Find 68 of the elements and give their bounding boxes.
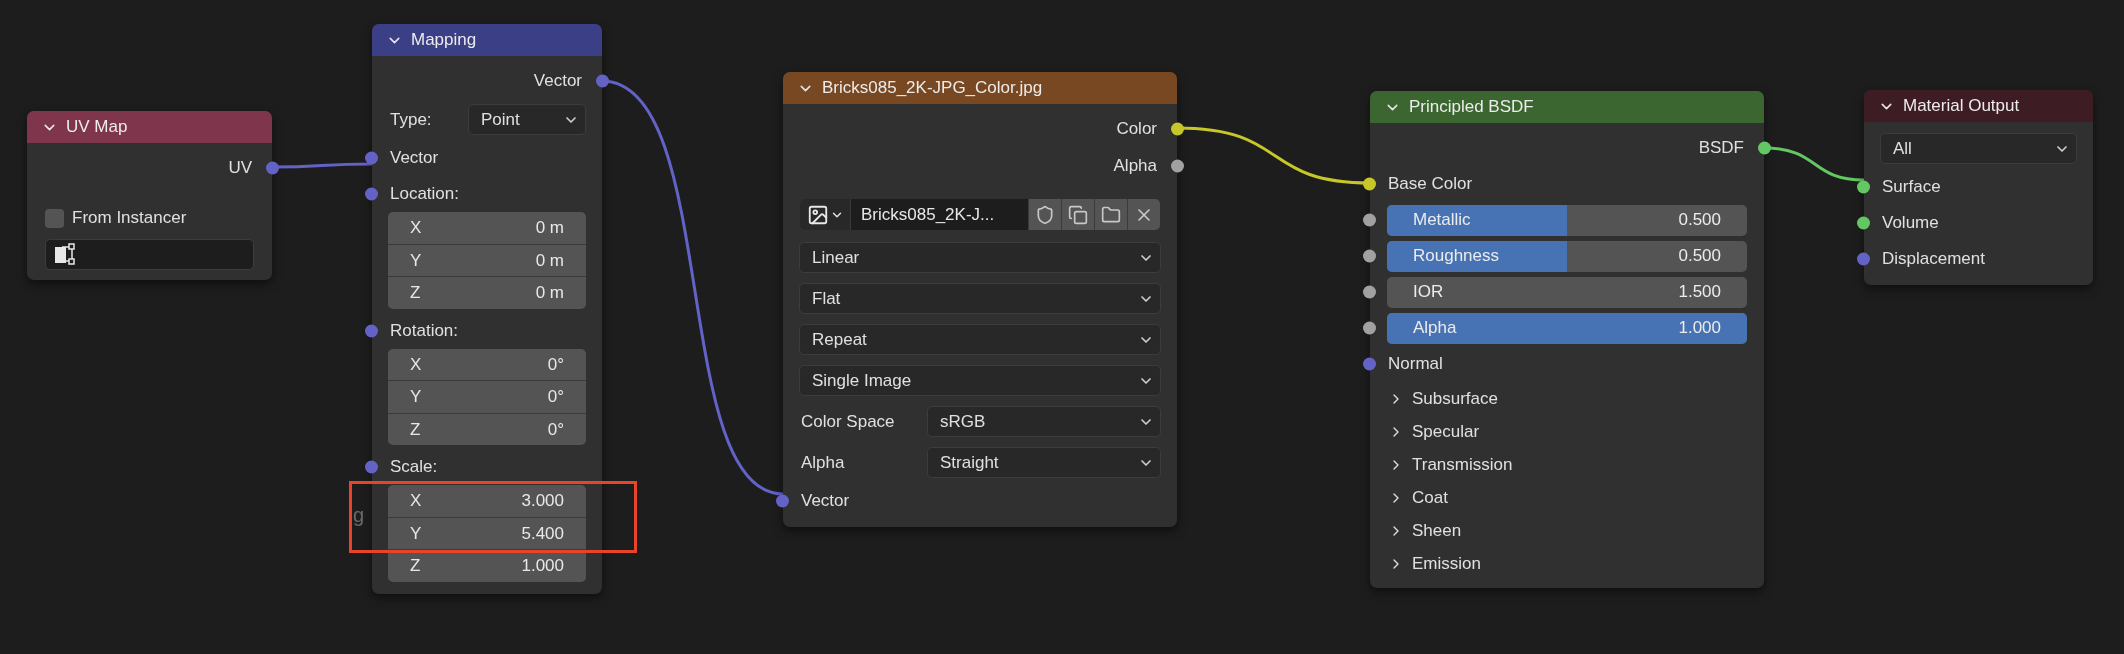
panel-header[interactable]: Sheen — [1370, 514, 1764, 547]
socket-label: Location: — [390, 183, 459, 206]
number-field[interactable]: Z 0° — [388, 413, 586, 445]
folder-icon — [1101, 204, 1121, 225]
socket-label: Base Color — [1388, 173, 1473, 196]
image-type-button[interactable] — [800, 199, 850, 230]
slider-field[interactable]: Roughness 0.500 — [1387, 240, 1747, 272]
socket-label: Vector — [801, 490, 850, 513]
shield-icon — [1035, 204, 1055, 225]
uv-icon — [52, 242, 76, 266]
socket-label: Rotation: — [390, 319, 459, 342]
node-header[interactable]: UV Map — [27, 111, 272, 143]
socket-label: Normal — [1388, 353, 1443, 376]
fake-user-button[interactable] — [1029, 199, 1061, 230]
number-field[interactable]: X 0 m — [388, 212, 586, 244]
dropdown[interactable]: sRGB — [927, 406, 1161, 437]
node-title: Mapping — [411, 29, 477, 52]
number-field[interactable]: Z 0 m — [388, 277, 586, 309]
dropdown[interactable]: Straight — [927, 447, 1161, 478]
socket-label: Vector — [390, 147, 439, 170]
duplicate-button[interactable] — [1062, 199, 1094, 230]
socket-label: Scale: — [390, 456, 438, 479]
socket-label: Color — [1116, 117, 1157, 140]
stray-text: g — [353, 503, 365, 528]
object-field[interactable] — [45, 238, 254, 270]
dropdown[interactable]: Point — [468, 104, 586, 135]
dropdown[interactable]: Linear — [799, 242, 1161, 273]
slider-field[interactable]: IOR 1.500 — [1387, 276, 1747, 308]
dropdown[interactable]: Repeat — [799, 324, 1161, 355]
panel-header[interactable]: Coat — [1370, 481, 1764, 514]
image-icon — [806, 203, 829, 226]
number-field[interactable]: X 3.000 — [388, 485, 586, 517]
panel-header[interactable]: Subsurface — [1370, 382, 1764, 415]
panel-header[interactable]: Transmission — [1370, 448, 1764, 481]
socket-label: Displacement — [1882, 248, 1985, 271]
panel-header[interactable]: Emission — [1370, 547, 1764, 580]
slider-field[interactable]: Metallic 0.500 — [1387, 204, 1747, 236]
copy-icon — [1068, 204, 1088, 225]
socket-label: BSDF — [1698, 136, 1744, 159]
image-name-field[interactable]: Bricks085_2K-J... — [851, 199, 1028, 230]
number-field[interactable]: Y 0 m — [388, 244, 586, 276]
node-header[interactable]: Bricks085_2K-JPG_Color.jpg — [783, 72, 1177, 104]
dropdown[interactable]: Single Image — [799, 365, 1161, 396]
property-label: Color Space — [801, 410, 896, 433]
panel-header[interactable]: Specular — [1370, 415, 1764, 448]
dropdown[interactable]: All — [1880, 133, 2077, 164]
node-title: Principled BSDF — [1409, 96, 1534, 119]
socket-label: Alpha — [1113, 154, 1157, 177]
node-title: Material Output — [1903, 95, 2020, 118]
open-button[interactable] — [1095, 199, 1127, 230]
socket-label: Volume — [1882, 212, 1939, 235]
number-field[interactable]: Y 0° — [388, 381, 586, 413]
number-field[interactable]: Y 5.400 — [388, 517, 586, 549]
node-header[interactable]: Material Output — [1864, 90, 2093, 122]
socket-label: Vector — [533, 69, 582, 92]
node-title: UV Map — [66, 116, 128, 139]
socket-label: UV — [228, 156, 252, 179]
node-header[interactable]: Mapping — [372, 24, 602, 56]
checkbox-label: From Instancer — [72, 207, 187, 230]
dropdown[interactable]: Flat — [799, 283, 1161, 314]
socket-label: Surface — [1882, 176, 1941, 199]
node-header[interactable]: Principled BSDF — [1370, 91, 1764, 123]
slider-field[interactable]: Alpha 1.000 — [1387, 312, 1747, 344]
close-button[interactable] — [1128, 199, 1160, 230]
property-label: Alpha — [801, 451, 846, 474]
property-label: Type: — [390, 108, 433, 131]
number-field[interactable]: X 0° — [388, 348, 586, 380]
node-title: Bricks085_2K-JPG_Color.jpg — [822, 77, 1043, 100]
